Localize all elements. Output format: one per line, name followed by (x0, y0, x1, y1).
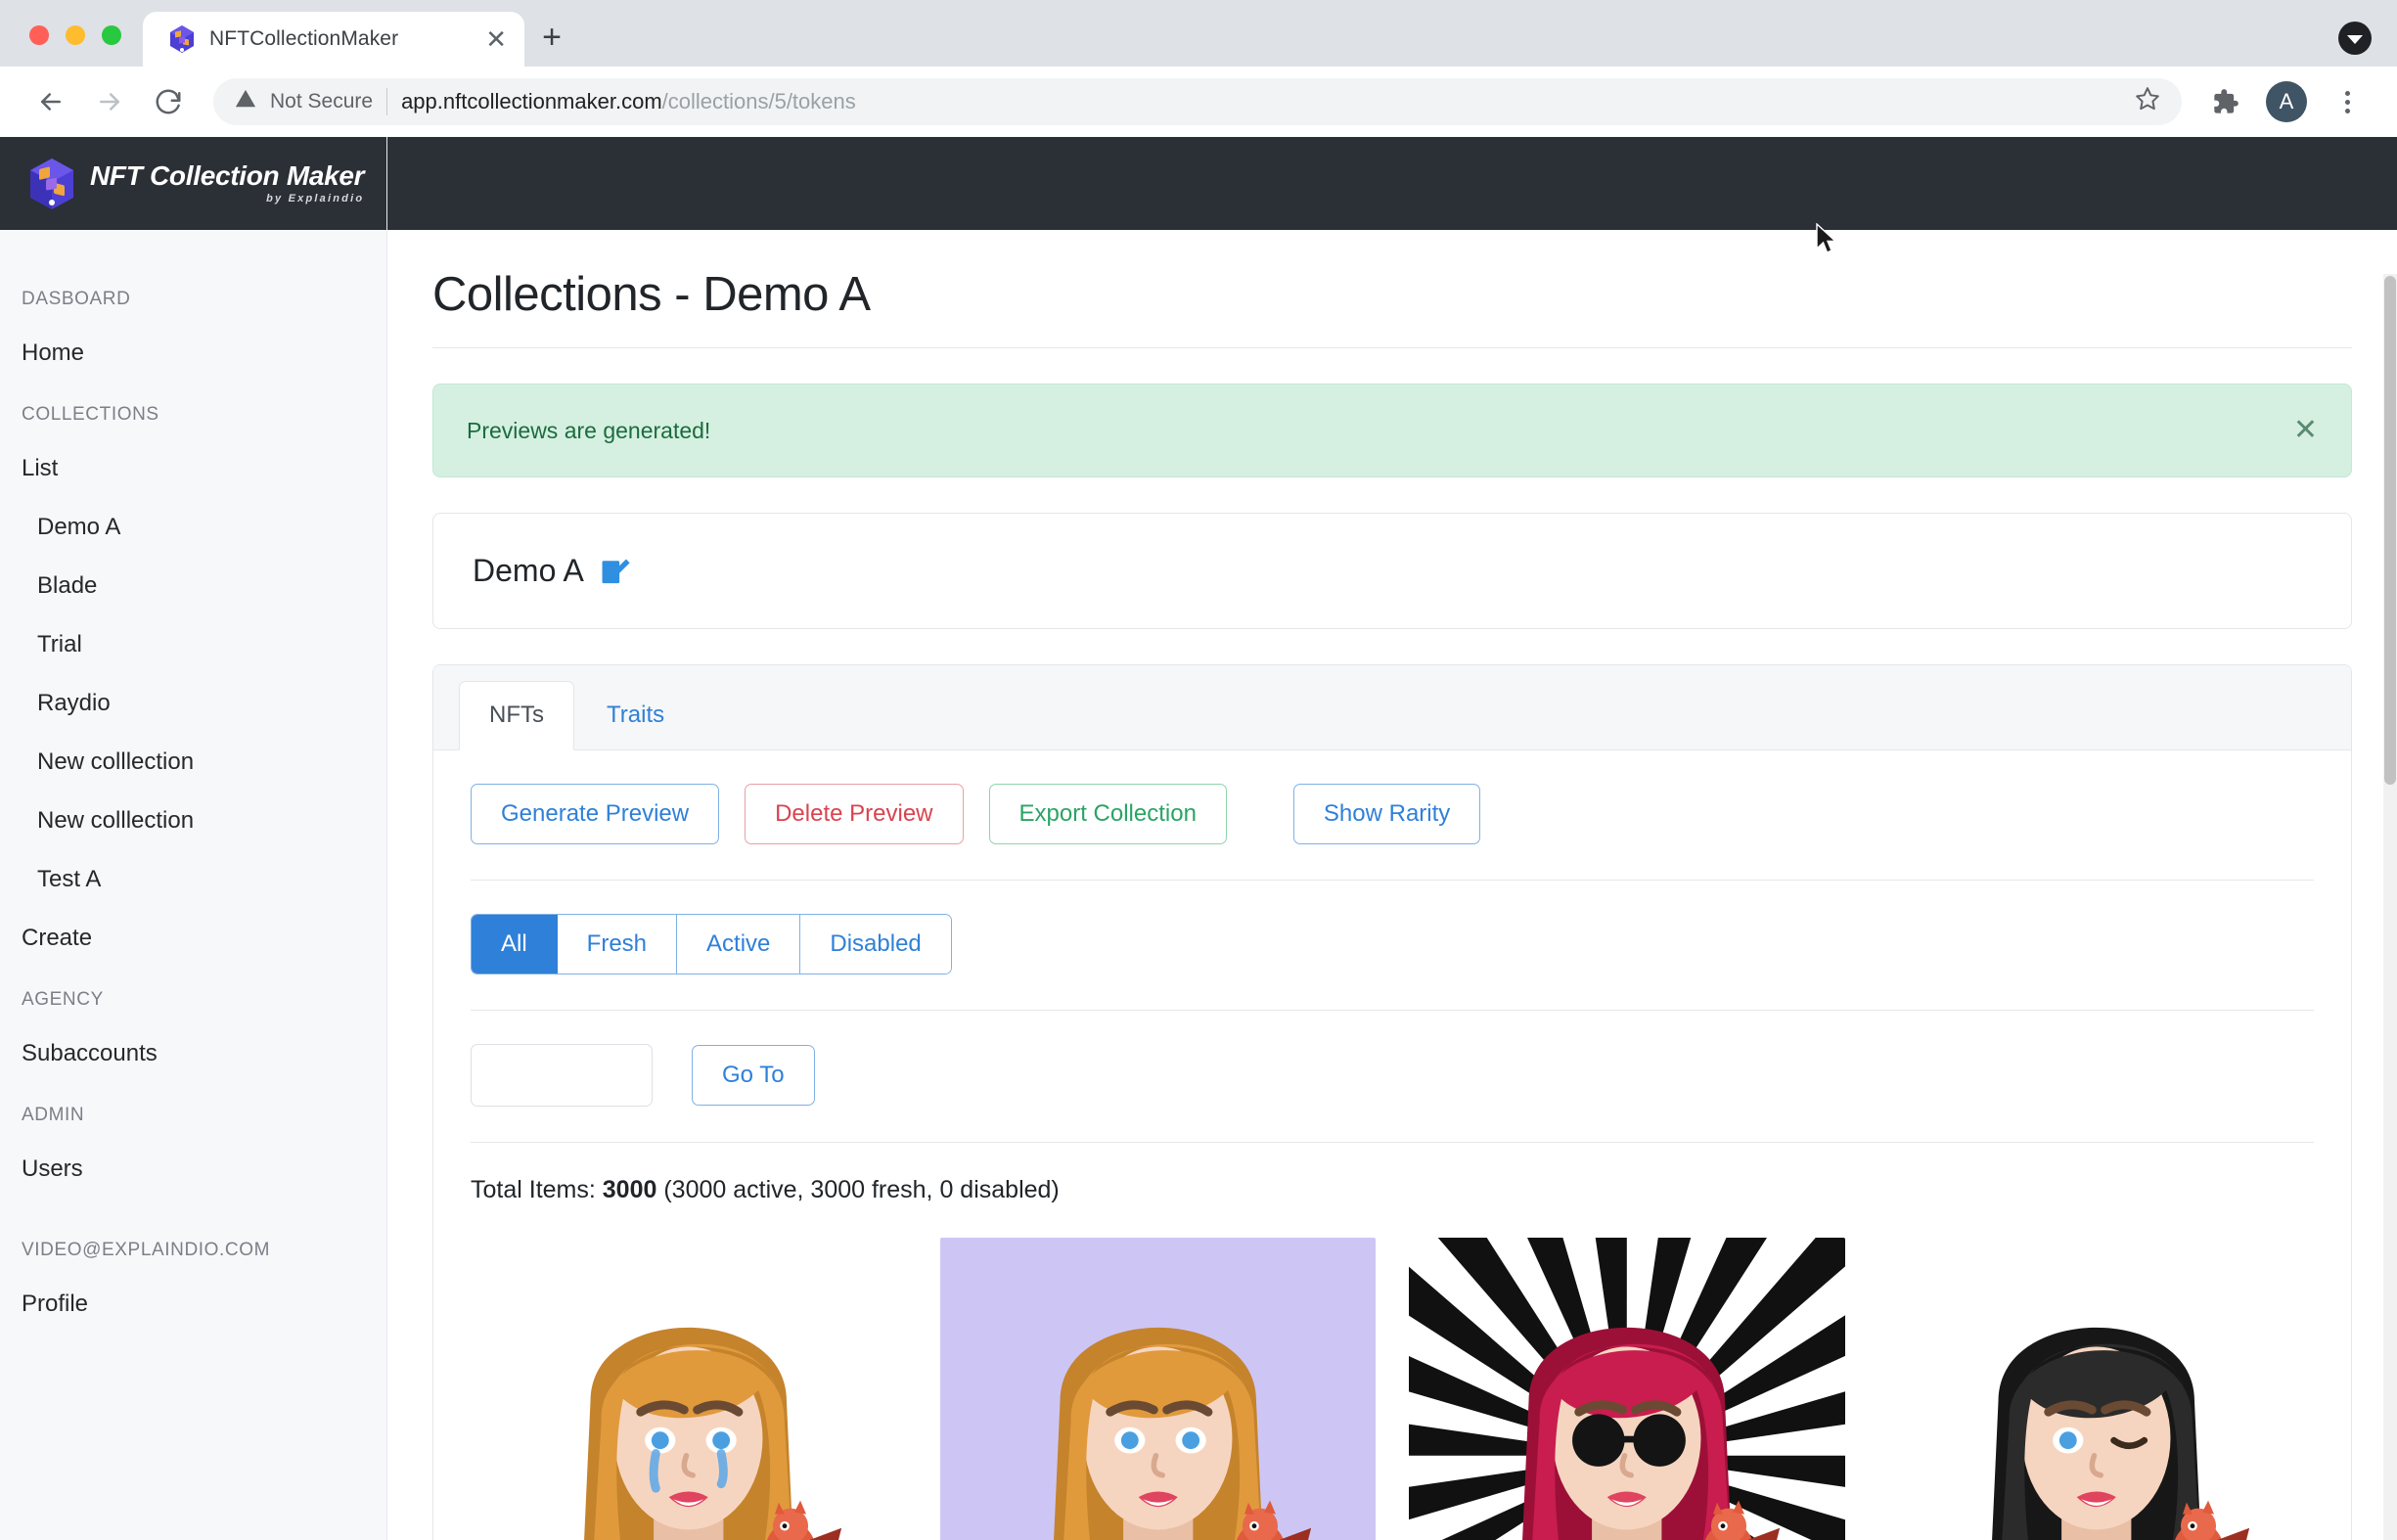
profile-avatar[interactable]: A (2266, 81, 2307, 122)
kebab-menu-icon[interactable] (2321, 75, 2374, 128)
browser-tab-strip: NFTCollectionMaker ✕ + (0, 0, 2397, 67)
goto-input[interactable] (471, 1044, 653, 1107)
new-tab-button[interactable]: + (524, 10, 579, 65)
minimize-window-button[interactable] (66, 25, 85, 45)
puzzle-piece-icon[interactable] (2199, 75, 2252, 128)
nfts-traits-card: NFTs Traits Generate Preview Delete Previe… (432, 664, 2352, 1540)
filters-divider (471, 1010, 2314, 1011)
total-items-prefix: Total Items: (471, 1176, 603, 1203)
success-alert: Previews are generated! ✕ (432, 384, 2352, 477)
total-items-label: Total Items: 3000 (3000 active, 3000 fre… (471, 1176, 2314, 1204)
address-bar-url: app.nftcollectionmaker.com/collections/5… (401, 89, 856, 114)
generate-preview-button[interactable]: Generate Preview (471, 784, 720, 844)
tab-bar: NFTs Traits (433, 665, 2351, 750)
browser-tab[interactable]: NFTCollectionMaker ✕ (143, 12, 524, 67)
sidebar-section-heading: AGENCY (22, 989, 104, 1010)
sidebar-item-create[interactable]: Create (0, 909, 386, 968)
security-status-label: Not Secure (270, 90, 374, 113)
nft-cube-favicon (168, 24, 196, 54)
sidebar-item-test-a[interactable]: Test A (0, 850, 386, 909)
warning-triangle-icon (235, 88, 256, 115)
status-filter-group: All Fresh Active Disabled (471, 914, 952, 974)
brand-tagline: by Explaindio (266, 193, 365, 204)
arrow-right-icon[interactable] (82, 74, 137, 129)
sidebar-item-home[interactable]: Home (0, 324, 386, 383)
total-items-detail: (3000 active, 3000 fresh, 0 disabled) (656, 1176, 1060, 1203)
collection-name: Demo A (473, 553, 584, 588)
nft-preview-3[interactable] (1409, 1238, 1845, 1540)
go-to-button[interactable]: Go To (692, 1045, 815, 1106)
sidebar-item-demo-a[interactable]: Demo A (0, 498, 386, 557)
reload-icon[interactable] (141, 74, 196, 129)
sidebar-section-heading: DASBOARD (22, 289, 131, 309)
nft-preview-grid (471, 1238, 2314, 1540)
arrow-left-icon[interactable] (23, 74, 78, 129)
page-scrollbar[interactable] (2383, 274, 2397, 1540)
sidebar-item-new-colllection[interactable]: New colllection (0, 733, 386, 792)
sidebar-section-heading: VIDEO@EXPLAINDIO.COM (22, 1240, 271, 1260)
sidebar-item-subaccounts[interactable]: Subaccounts (0, 1024, 386, 1083)
nft-preview-1[interactable] (471, 1238, 907, 1540)
sidebar-item-users[interactable]: Users (0, 1140, 386, 1199)
main-content: Collections - Demo A Previews are genera… (387, 137, 2397, 1540)
goto-row: Go To (471, 1044, 2314, 1107)
sidebar-item-new-colllection[interactable]: New colllection (0, 792, 386, 850)
page-viewport: NFT Collection Maker by Explaindio DASBO… (0, 137, 2397, 1540)
address-bar[interactable]: Not Secure app.nftcollectionmaker.com/co… (213, 78, 2182, 125)
tab-nfts[interactable]: NFTs (459, 681, 574, 750)
action-button-row: Generate Preview Delete Preview Export Col… (471, 784, 2314, 844)
filter-all[interactable]: All (472, 915, 558, 974)
sidebar-item-profile[interactable]: Profile (0, 1275, 386, 1334)
sidebar-item-blade[interactable]: Blade (0, 557, 386, 615)
sidebar: NFT Collection Maker by Explaindio DASBO… (0, 137, 387, 1540)
show-rarity-button[interactable]: Show Rarity (1292, 784, 1481, 844)
window-traffic-lights (0, 25, 143, 67)
alert-message: Previews are generated! (467, 417, 711, 443)
sidebar-item-trial[interactable]: Trial (0, 615, 386, 674)
maximize-window-button[interactable] (102, 25, 121, 45)
star-icon[interactable] (2135, 86, 2160, 118)
url-host: app.nftcollectionmaker.com (401, 89, 662, 113)
close-icon[interactable]: ✕ (485, 26, 507, 52)
actions-divider (471, 880, 2314, 881)
filter-disabled[interactable]: Disabled (800, 915, 951, 974)
omnibox-divider (386, 88, 388, 115)
pencil-square-icon[interactable] (600, 556, 631, 587)
delete-preview-button[interactable]: Delete Preview (745, 784, 964, 844)
app-brand[interactable]: NFT Collection Maker by Explaindio (0, 137, 386, 230)
close-icon[interactable]: ✕ (2293, 416, 2318, 445)
sidebar-section-heading: COLLECTIONS (22, 404, 159, 425)
nft-preview-2[interactable] (939, 1238, 1376, 1540)
browser-toolbar: Not Secure app.nftcollectionmaker.com/co… (0, 67, 2397, 137)
goto-divider (471, 1142, 2314, 1143)
sidebar-nav: DASBOARD Home COLLECTIONS List Demo A Blade Tr… (0, 230, 386, 1334)
page-title: Collections - Demo A (432, 268, 871, 321)
close-window-button[interactable] (29, 25, 49, 45)
filter-fresh[interactable]: Fresh (557, 915, 678, 974)
title-divider (432, 347, 2352, 348)
browser-tab-title: NFTCollectionMaker (209, 27, 399, 50)
app-header-bar (387, 137, 2397, 230)
nfts-panel: Generate Preview Delete Preview Export Col… (433, 750, 2351, 1540)
chevron-down-icon[interactable] (2338, 22, 2372, 55)
browser-window: NFTCollectionMaker ✕ + Not Secure app.nf… (0, 0, 2397, 1540)
filter-active[interactable]: Active (677, 915, 801, 974)
nft-preview-4[interactable] (1877, 1238, 2314, 1540)
total-items-count: 3000 (602, 1176, 657, 1203)
sidebar-section-heading: ADMIN (22, 1105, 85, 1125)
page-scrollbar-thumb[interactable] (2384, 276, 2396, 785)
sidebar-item-list[interactable]: List (0, 439, 386, 498)
tab-traits[interactable]: Traits (576, 681, 695, 749)
collection-name-card: Demo A (432, 513, 2352, 629)
sidebar-item-raydio[interactable]: Raydio (0, 674, 386, 733)
nft-cube-logo (27, 157, 76, 211)
brand-title: NFT Collection Maker (90, 160, 365, 191)
url-path: /collections/5/tokens (661, 89, 856, 113)
export-collection-button[interactable]: Export Collection (988, 784, 1227, 844)
